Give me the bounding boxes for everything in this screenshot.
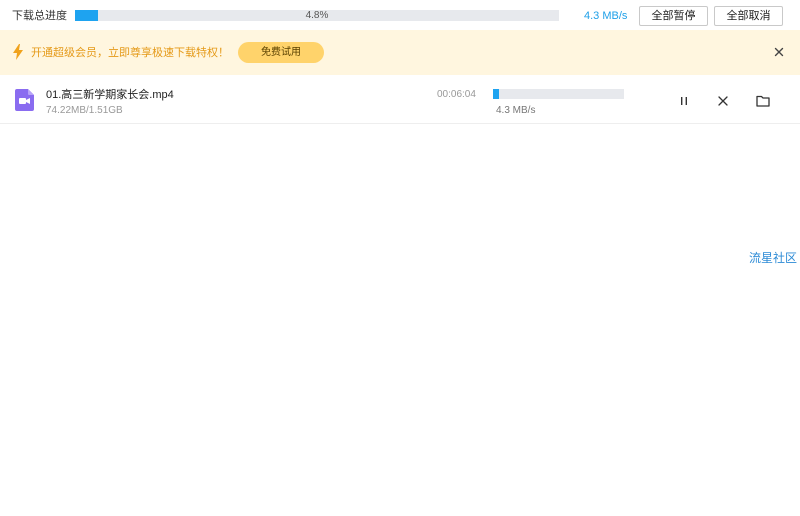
item-progress-track (493, 89, 624, 99)
watermark-text: 流星社区 (749, 251, 798, 265)
pause-icon[interactable] (676, 93, 692, 109)
total-progress-percent: 4.8% (305, 10, 329, 21)
file-size-progress: 74.22MB/1.51GB (46, 105, 123, 116)
total-progress-bar-row: 下载总进度 4.8% 4.3 MB/s 全部暂停 全部取消 (0, 0, 800, 30)
total-speed: 4.3 MB/s (584, 10, 628, 22)
lightning-icon (13, 44, 23, 60)
remaining-time: 00:06:04 (437, 89, 476, 100)
total-progress-track: 4.8% (75, 10, 559, 21)
download-item[interactable]: 01.高三新学期家长会.mp4 74.22MB/1.51GB 00:06:04 … (0, 77, 800, 124)
pause-all-button[interactable]: 全部暂停 (639, 6, 708, 26)
folder-icon[interactable] (755, 93, 771, 109)
file-name: 01.高三新学期家长会.mp4 (46, 89, 174, 101)
cancel-all-button[interactable]: 全部取消 (714, 6, 783, 26)
free-trial-button[interactable]: 免费试用 (238, 42, 324, 63)
close-icon[interactable] (772, 45, 786, 59)
item-progress-fill (493, 89, 500, 99)
video-file-icon (15, 89, 34, 111)
vip-banner: 开通超级会员，立即尊享极速下载特权！ 免费试用 (0, 30, 800, 75)
item-speed: 4.3 MB/s (496, 105, 536, 116)
download-manager: 下载总进度 4.8% 4.3 MB/s 全部暂停 全部取消 开通超级会员，立即尊… (0, 0, 800, 516)
vip-banner-text: 开通超级会员，立即尊享极速下载特权！ (31, 47, 229, 59)
close-icon[interactable] (715, 93, 731, 109)
total-progress-label: 下载总进度 (12, 10, 67, 22)
